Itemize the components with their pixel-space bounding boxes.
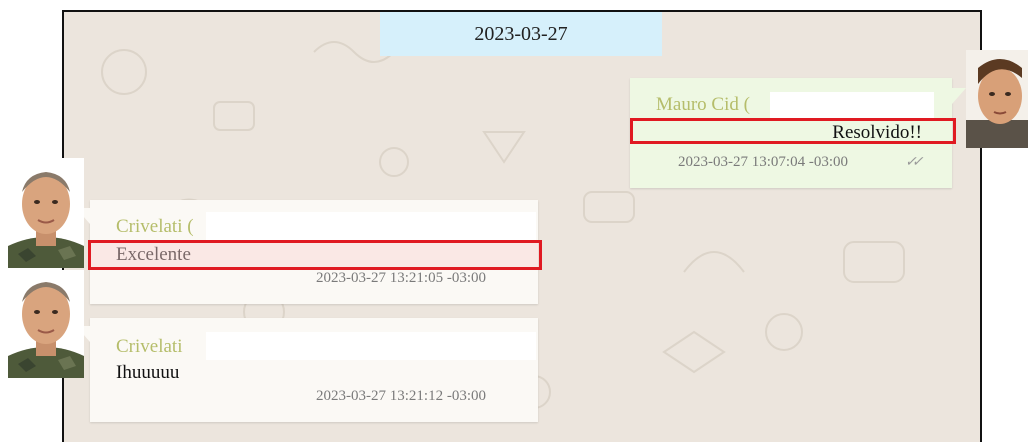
- redacted-block: [206, 332, 536, 360]
- sender-name: Mauro Cid (: [656, 94, 750, 115]
- redacted-block: [206, 212, 536, 240]
- contact-avatar-crivelati: [8, 270, 84, 378]
- redacted-block: [770, 92, 934, 120]
- sender-name: Crivelati (: [116, 216, 194, 237]
- highlight-box: [630, 118, 956, 144]
- date-divider: 2023-03-27: [380, 12, 662, 56]
- highlight-box: [88, 240, 542, 270]
- sender-name: Crivelati: [116, 336, 183, 357]
- message-text: Ihuuuuu: [116, 362, 180, 383]
- contact-avatar-mauro: [966, 50, 1028, 148]
- contact-avatar-crivelati: [8, 158, 84, 268]
- message-timestamp: 2023-03-27 13:21:05 -03:00: [316, 270, 486, 286]
- read-receipt-icon: ✓✓: [903, 154, 922, 170]
- message-timestamp: 2023-03-27 13:07:04 -03:00: [678, 154, 848, 170]
- message-bubble-incoming: Crivelati Ihuuuuu 2023-03-27 13:21:12 -0…: [90, 318, 538, 422]
- message-timestamp: 2023-03-27 13:21:12 -03:00: [316, 388, 486, 404]
- bubble-tail: [952, 88, 966, 104]
- chat-window: 2023-03-27 Mauro Cid ( Resolvido!! 2023-…: [62, 10, 982, 442]
